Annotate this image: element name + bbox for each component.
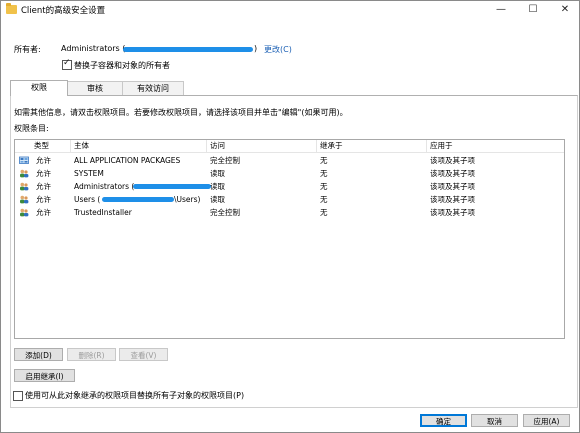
- change-owner-link[interactable]: 更改(C): [264, 44, 292, 55]
- row-principal: SYSTEM: [74, 169, 104, 178]
- row-inherited: 无: [320, 195, 328, 204]
- users-group-icon: [20, 208, 29, 217]
- row-principal: ALL APPLICATION PACKAGES: [74, 156, 181, 165]
- column-header-type[interactable]: 类型: [15, 140, 71, 152]
- row-access: 完全控制: [210, 156, 240, 165]
- row-principal-suffix: \Users): [174, 195, 201, 204]
- owner-value-suffix: ): [254, 44, 258, 53]
- close-button[interactable]: ✕: [551, 1, 579, 19]
- enable-inheritance-button[interactable]: 启用继承(I): [14, 369, 75, 382]
- row-access: 读取: [210, 182, 225, 191]
- redacted-domain: [133, 184, 211, 189]
- table-row[interactable]: 允许 SYSTEM 读取 无 该项及其子项: [15, 167, 564, 180]
- column-header-inherited[interactable]: 继承于: [317, 140, 427, 152]
- ok-button[interactable]: 确定: [420, 414, 467, 427]
- minimize-button[interactable]: —: [487, 1, 515, 19]
- table-row[interactable]: 允许 Users ( \Users) 读取 无 该项及其子项: [15, 193, 564, 206]
- row-principal: Users (: [74, 195, 101, 204]
- table-row[interactable]: 允许 Administrators ( 读取 无 该项及其子项: [15, 180, 564, 193]
- row-applies: 该项及其子项: [430, 208, 475, 217]
- redacted-domain: [102, 197, 174, 202]
- users-group-icon: [20, 195, 29, 204]
- maximize-button[interactable]: ☐: [519, 1, 547, 19]
- app-packages-icon: [19, 156, 29, 164]
- column-header-applies[interactable]: 应用于: [427, 140, 564, 152]
- row-applies: 该项及其子项: [430, 156, 475, 165]
- tab-auditing[interactable]: 审核: [67, 81, 123, 95]
- security-settings-window: Client的高级安全设置 — ☐ ✕ 所有者: Administrators …: [0, 0, 580, 433]
- replace-owner-checkbox[interactable]: [62, 58, 72, 70]
- title-bar[interactable]: Client的高级安全设置 — ☐ ✕: [1, 1, 579, 19]
- row-applies: 该项及其子项: [430, 182, 475, 191]
- row-type: 允许: [36, 208, 51, 217]
- permission-entries-list[interactable]: 类型 主体 访问 继承于 应用于 允许 ALL APPLICATION PACK…: [14, 139, 565, 339]
- row-type: 允许: [36, 195, 51, 204]
- row-inherited: 无: [320, 169, 328, 178]
- row-applies: 该项及其子项: [430, 195, 475, 204]
- tab-permissions[interactable]: 权限: [10, 80, 68, 96]
- remove-button[interactable]: 删除(R): [67, 348, 116, 361]
- row-principal: Administrators (: [74, 182, 135, 191]
- row-access: 读取: [210, 195, 225, 204]
- row-inherited: 无: [320, 156, 328, 165]
- window-title: Client的高级安全设置: [21, 6, 106, 16]
- row-principal: TrustedInstaller: [74, 208, 132, 217]
- column-header-principal[interactable]: 主体: [71, 140, 207, 152]
- table-row[interactable]: 允许 ALL APPLICATION PACKAGES 完全控制 无 该项及其子…: [15, 154, 564, 167]
- users-group-icon: [20, 169, 29, 178]
- replace-child-permissions-checkbox[interactable]: [13, 391, 23, 401]
- entries-label: 权限条目:: [14, 124, 49, 133]
- users-group-icon: [20, 182, 29, 191]
- row-applies: 该项及其子项: [430, 169, 475, 178]
- list-header: 类型 主体 访问 继承于 应用于: [15, 140, 564, 153]
- folder-icon: [6, 3, 17, 14]
- owner-label: 所有者:: [14, 45, 41, 54]
- column-header-access[interactable]: 访问: [207, 140, 317, 152]
- cancel-button[interactable]: 取消: [471, 414, 518, 427]
- add-button[interactable]: 添加(D): [14, 348, 63, 361]
- tab-effective-access[interactable]: 有效访问: [122, 81, 184, 95]
- row-access: 完全控制: [210, 208, 240, 217]
- row-type: 允许: [36, 182, 51, 191]
- replace-owner-label: 替换子容器和对象的所有者: [74, 61, 170, 70]
- replace-child-permissions-label: 使用可从此对象继承的权限项目替换所有子对象的权限项目(P): [25, 391, 245, 400]
- table-row[interactable]: 允许 TrustedInstaller 完全控制 无 该项及其子项: [15, 206, 564, 219]
- row-type: 允许: [36, 156, 51, 165]
- row-access: 读取: [210, 169, 225, 178]
- row-inherited: 无: [320, 208, 328, 217]
- row-type: 允许: [36, 169, 51, 178]
- view-button[interactable]: 查看(V): [119, 348, 168, 361]
- row-inherited: 无: [320, 182, 328, 191]
- redacted-owner-domain: [123, 47, 253, 52]
- info-text: 如需其他信息，请双击权限项目。若要修改权限项目，请选择该项目并单击"编辑"(如果…: [14, 108, 348, 117]
- owner-value: Administrators (: [61, 44, 126, 53]
- apply-button[interactable]: 应用(A): [523, 414, 570, 427]
